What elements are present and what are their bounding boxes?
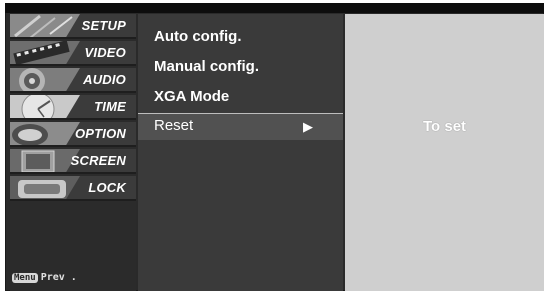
menu-item-auto-config[interactable]: Auto config. <box>154 28 241 45</box>
menu-item-manual-config[interactable]: Manual config. <box>154 58 259 75</box>
sidebar-item-setup[interactable]: SETUP <box>10 14 136 39</box>
arrow-right-icon: ▶ <box>303 119 313 134</box>
category-sidebar: SETUP VIDEO AUDIO TIME OPTION SCREEN LOC… <box>10 14 136 291</box>
setup-submenu: Auto config. Manual config. XGA Mode Res… <box>138 14 343 291</box>
sidebar-item-audio[interactable]: AUDIO <box>10 68 136 93</box>
sidebar-item-label: SCREEN <box>70 153 126 168</box>
sidebar-item-lock[interactable]: LOCK <box>10 176 136 201</box>
sidebar-item-label: VIDEO <box>84 45 126 60</box>
sidebar-item-screen[interactable]: SCREEN <box>10 149 136 174</box>
prev-hint: Menu Prev . <box>12 272 77 283</box>
sidebar-item-label: LOCK <box>88 180 126 195</box>
menu-item-reset[interactable]: Reset ▶ <box>138 113 343 140</box>
sidebar-item-label: SETUP <box>81 18 126 33</box>
sidebar-item-label: OPTION <box>74 126 126 141</box>
menu-item-xga-mode[interactable]: XGA Mode <box>154 88 229 105</box>
action-panel: To set <box>345 14 544 291</box>
osd-top-bar <box>5 3 544 13</box>
menu-item-reset-label: Reset <box>154 117 194 134</box>
menu-key-badge: Menu <box>12 273 38 283</box>
sidebar-item-time[interactable]: TIME <box>10 95 136 120</box>
tv-osd-screen: SETUP VIDEO AUDIO TIME OPTION SCREEN LOC… <box>0 0 550 294</box>
sidebar-item-label: TIME <box>94 99 126 114</box>
prev-label: Prev . <box>40 272 77 283</box>
sidebar-item-video[interactable]: VIDEO <box>10 41 136 66</box>
to-set-label[interactable]: To set <box>345 118 544 135</box>
sidebar-item-label: AUDIO <box>83 72 126 87</box>
sidebar-item-option[interactable]: OPTION <box>10 122 136 147</box>
